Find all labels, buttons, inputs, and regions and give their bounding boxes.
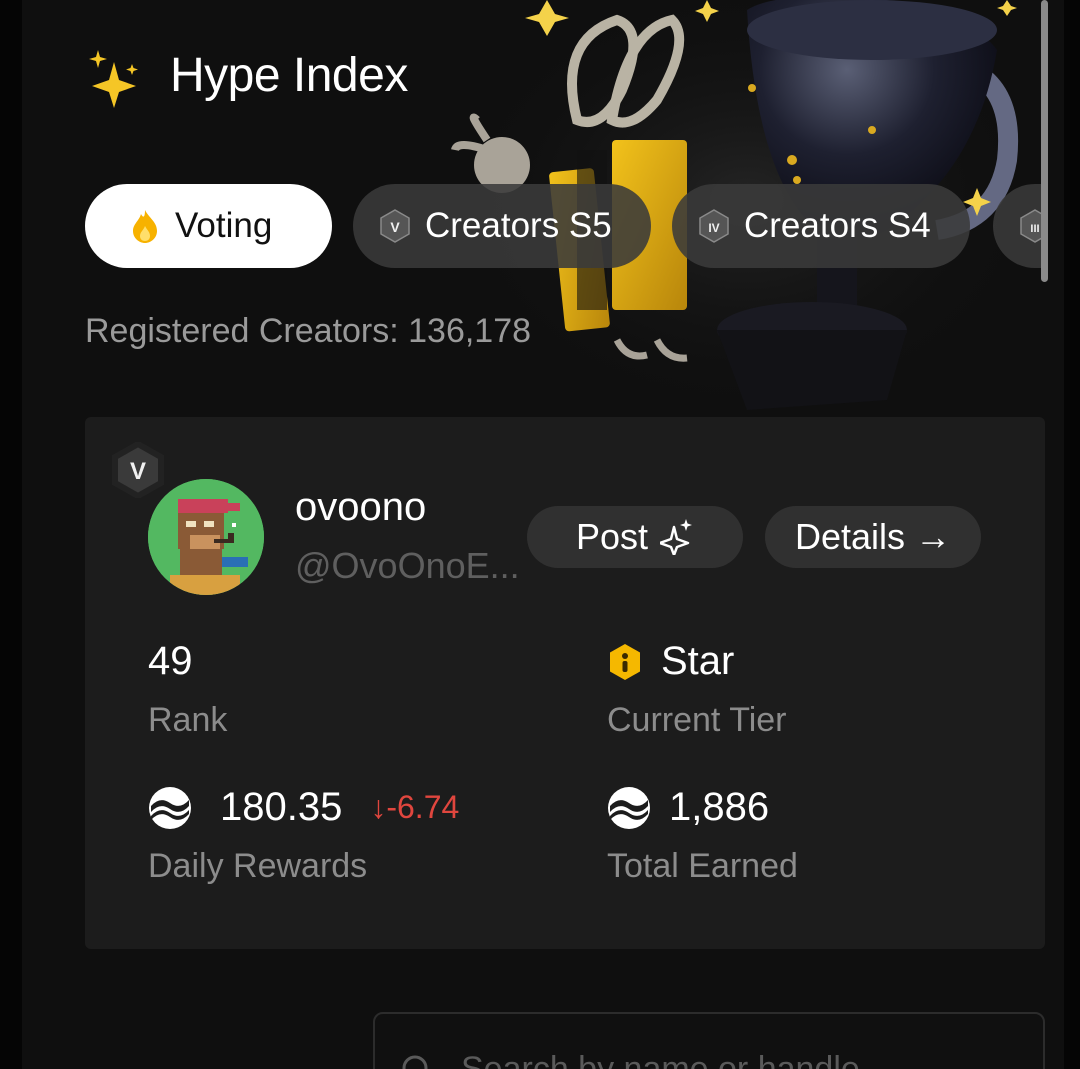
tab-creators-s5[interactable]: V Creators S5 [353,184,651,268]
details-button-label: Details → [794,516,952,557]
tab-creators-s5-label: Creators S5 [425,206,612,245]
hype-index-panel: Hype Index Voting V Creators S5 IV Creat… [22,0,1064,1069]
page-title: Hype Index [170,49,408,102]
creator-name: ovoono [295,485,427,529]
sparkles-icon [89,50,138,108]
token-logo-icon [149,786,191,829]
hexagon-tier-icon [610,643,640,680]
tab-voting[interactable]: Voting [85,184,332,268]
creator-handle: @OvoOnoE... [295,545,520,586]
avatar[interactable] [148,479,264,595]
post-button-label: Post [575,516,649,557]
total-earned-row: 1,886 [607,785,769,830]
daily-rewards-value: 180.35 [220,785,343,829]
total-earned-label: Total Earned [607,847,798,885]
search-icon [402,1055,428,1069]
total-earned-value: 1,886 [669,785,770,829]
post-button[interactable]: Post [527,506,743,568]
tab-creators-s4[interactable]: IV Creators S4 [672,184,970,268]
search-input[interactable] [461,1044,1021,1069]
rank-value: 49 [148,639,193,683]
season-v-hexagon-icon: V [380,209,410,243]
search-box [373,1012,1045,1069]
flame-icon [133,210,157,243]
scrollbar[interactable] [1041,0,1048,282]
tab-voting-label: Voting [175,206,273,245]
ape-avatar-image [148,479,264,595]
tier-value-row: Star [607,639,734,684]
season-iv-hexagon-icon: IV [699,209,729,243]
tier-label: Current Tier [607,701,787,739]
tab-creators-s3[interactable]: III [993,184,1045,268]
season-tabs: Voting V Creators S5 IV Creators S4 III [85,184,1045,268]
tab-s4-badge: IV [708,221,719,235]
tab-s5-badge: V [390,219,400,235]
card-season-badge: V [130,458,146,485]
daily-rewards-delta: ↓-6.74 [370,789,460,825]
daily-rewards-label: Daily Rewards [148,847,368,885]
rank-label: Rank [148,701,228,739]
tab-s3-badge: III [1030,223,1039,235]
daily-rewards-row: 180.35 ↓-6.74 [148,785,459,830]
details-button[interactable]: Details → [765,506,981,568]
token-logo-icon [608,786,650,829]
creator-profile-card: V ovoono @OvoOnoE... Post Details → 49 R… [85,417,1045,949]
season-v-hexagon-icon: V [112,442,164,498]
tab-creators-s4-label: Creators S4 [744,206,931,245]
sparkle-icon [660,519,693,555]
registered-creators-count: Registered Creators: 136,178 [85,312,532,350]
tier-value: Star [661,639,735,683]
